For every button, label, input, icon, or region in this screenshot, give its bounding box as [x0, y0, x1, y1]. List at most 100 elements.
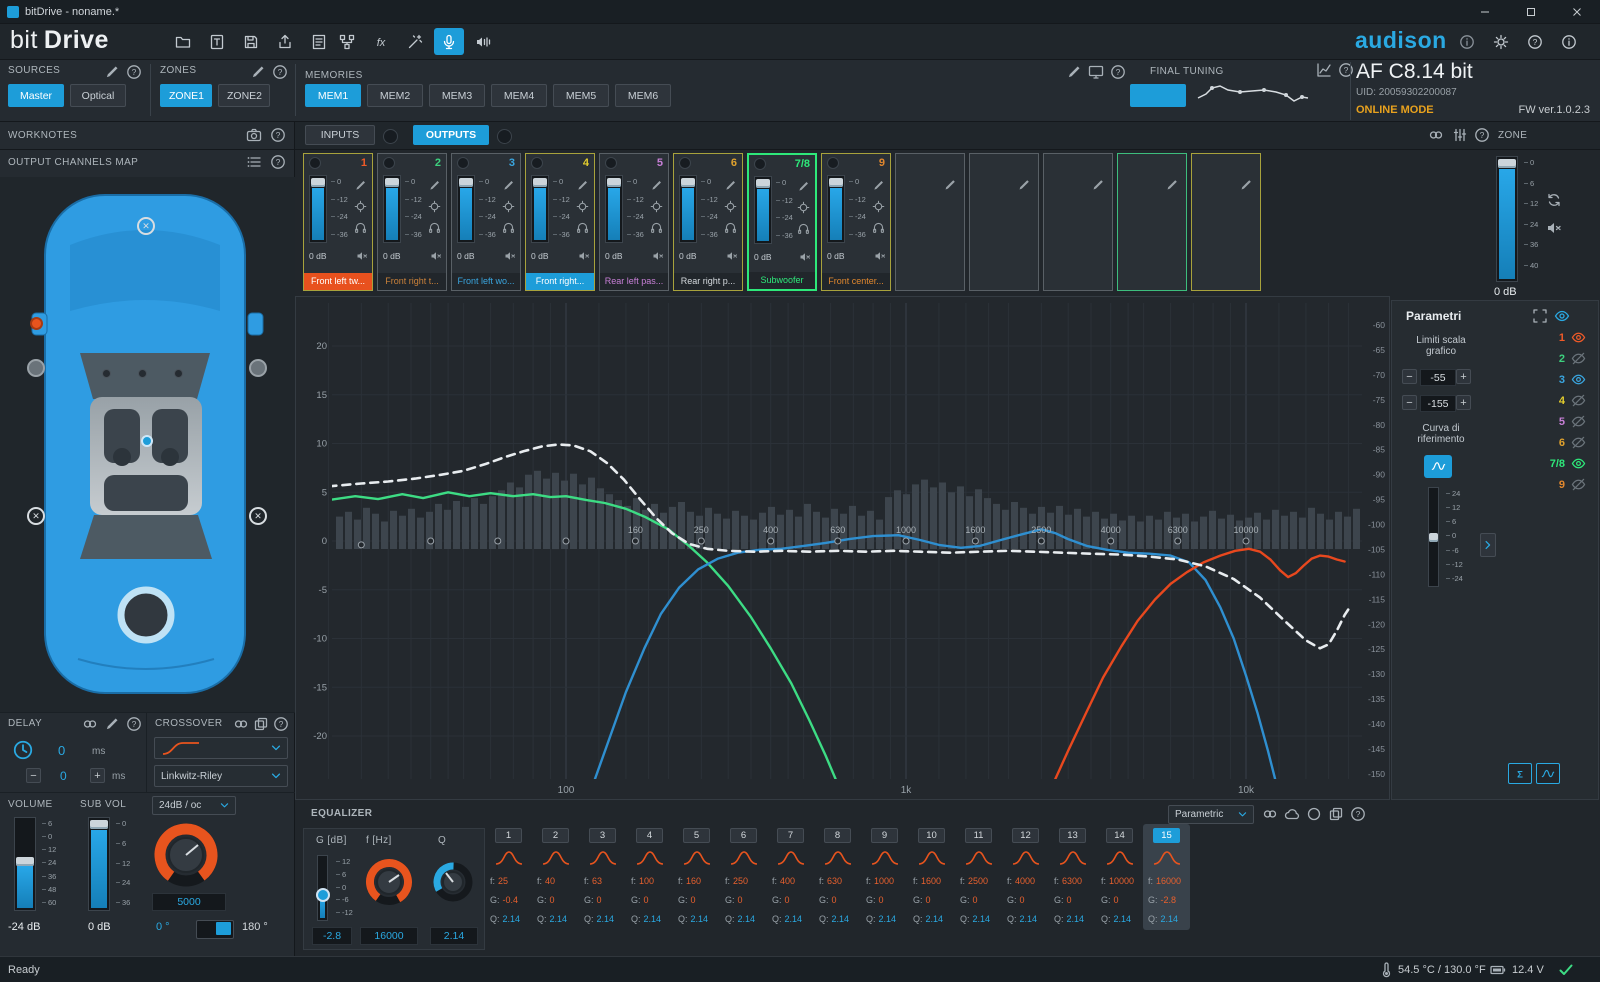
visibility-icon[interactable]	[1554, 308, 1570, 324]
channel-strip-3[interactable]: 3 0-12-24-36 0 dB Front left wo...	[451, 153, 521, 291]
about-icon[interactable]	[1554, 28, 1584, 55]
channel-mute-icon[interactable]	[726, 250, 738, 262]
eye-off-icon[interactable]	[1571, 477, 1586, 492]
crossover-frequency-knob[interactable]	[150, 819, 222, 891]
eye-icon[interactable]	[1571, 456, 1586, 471]
eq-preset-icon[interactable]	[1284, 806, 1300, 822]
channel-edit-icon[interactable]	[724, 179, 737, 192]
memory-button-mem4[interactable]: MEM4	[491, 84, 547, 107]
graph-channel-7-8[interactable]: 7/8	[1510, 453, 1586, 474]
channel-label[interactable]: Front center...	[822, 273, 890, 290]
eq-q-knob[interactable]	[430, 859, 476, 905]
eq-band-number[interactable]: 6	[730, 828, 757, 843]
microphone-icon[interactable]	[434, 28, 464, 55]
zone-fader[interactable]	[1496, 156, 1518, 282]
channel-label[interactable]: Subwoofer	[749, 272, 815, 289]
zone-loop-icon[interactable]	[1546, 192, 1562, 208]
channel-gain-fader[interactable]	[531, 175, 549, 243]
zone1-button[interactable]: ZONE1	[160, 84, 212, 107]
collapse-panel-button[interactable]	[1480, 533, 1496, 557]
final-tuning-help-icon[interactable]: ?	[1110, 64, 1126, 80]
channel-config-icon[interactable]	[724, 200, 737, 213]
wizard-icon[interactable]	[400, 28, 430, 55]
eq-mode-dropdown[interactable]: Parametric	[1168, 805, 1254, 824]
channel-edit-icon[interactable]	[1017, 178, 1031, 192]
crossover-frequency-value[interactable]: 5000	[152, 893, 226, 911]
eq-band-number[interactable]: 1	[495, 828, 522, 843]
reference-curve-button[interactable]	[1424, 455, 1452, 478]
limit-top-plus-button[interactable]: +	[1456, 369, 1471, 384]
eq-reset-icon[interactable]	[1306, 806, 1322, 822]
eq-band-number[interactable]: 11	[965, 828, 992, 843]
speaker-front-left-door[interactable]	[27, 359, 45, 377]
graph-channel-3[interactable]: 3	[1510, 369, 1586, 390]
edit-final-tuning-icon[interactable]	[1066, 64, 1082, 80]
eq-band-number[interactable]: 15	[1153, 828, 1180, 843]
channel-edit-icon[interactable]	[797, 180, 810, 193]
response-graph[interactable]: 1602504006301000160025004000630010000201…	[295, 296, 1390, 800]
zone-help-icon[interactable]: ?	[1474, 127, 1490, 143]
channel-select-led[interactable]	[531, 157, 543, 169]
channel-edit-icon[interactable]	[943, 178, 957, 192]
maximize-button[interactable]	[1508, 0, 1554, 23]
channel-strip-empty-3[interactable]	[1043, 153, 1113, 291]
channel-mute-icon[interactable]	[504, 250, 516, 262]
close-button[interactable]	[1554, 0, 1600, 23]
source-optical-button[interactable]: Optical	[70, 84, 126, 107]
eq-band-14[interactable]: 14 f:10000 G:0 Q:2.14	[1096, 824, 1143, 930]
save-icon[interactable]	[236, 28, 266, 55]
open-project-icon[interactable]	[168, 28, 198, 55]
channel-strip-empty-1[interactable]	[895, 153, 965, 291]
channel-select-led[interactable]	[457, 157, 469, 169]
eq-band-number[interactable]: 5	[683, 828, 710, 843]
source-master-button[interactable]: Master	[8, 84, 64, 107]
limit-bottom-minus-button[interactable]: −	[1402, 395, 1417, 410]
channel-label[interactable]: Front left wo...	[452, 273, 520, 290]
subvol-fader[interactable]	[88, 817, 110, 911]
memory-button-mem6[interactable]: MEM6	[615, 84, 671, 107]
channel-select-led[interactable]	[679, 157, 691, 169]
channel-listen-icon[interactable]	[354, 221, 367, 234]
channel-config-icon[interactable]	[576, 200, 589, 213]
reference-offset-slider[interactable]	[1428, 487, 1439, 587]
zones-help-icon[interactable]: ?	[272, 64, 288, 80]
channel-config-icon[interactable]	[502, 200, 515, 213]
eq-band-8[interactable]: 8 f:630 G:0 Q:2.14	[814, 824, 861, 930]
channel-listen-icon[interactable]	[576, 221, 589, 234]
eq-band-number[interactable]: 7	[777, 828, 804, 843]
phase-toggle[interactable]	[196, 920, 234, 939]
dash-speaker-center[interactable]	[138, 369, 147, 378]
channel-edit-icon[interactable]	[1239, 178, 1253, 192]
eq-band-6[interactable]: 6 f:250 G:0 Q:2.14	[720, 824, 767, 930]
eq-band-number[interactable]: 3	[589, 828, 616, 843]
channel-mute-icon[interactable]	[578, 250, 590, 262]
eye-off-icon[interactable]	[1571, 414, 1586, 429]
eq-band-5[interactable]: 5 f:160 G:0 Q:2.14	[673, 824, 720, 930]
zone2-button[interactable]: ZONE2	[218, 84, 270, 107]
eye-off-icon[interactable]	[1571, 393, 1586, 408]
delay-plus-button[interactable]: +	[90, 768, 105, 783]
eq-band-number[interactable]: 10	[918, 828, 945, 843]
export-icon[interactable]	[270, 28, 300, 55]
channel-gain-fader[interactable]	[605, 175, 623, 243]
channel-strip-1[interactable]: 1 0-12-24-36 0 dB Front left tw...	[303, 153, 373, 291]
channel-strip-empty-2[interactable]	[969, 153, 1039, 291]
help-icon[interactable]: ?	[1520, 28, 1550, 55]
sum-view-button[interactable]: Σ	[1508, 763, 1532, 784]
sources-help-icon[interactable]: ?	[126, 64, 142, 80]
channel-strip-4[interactable]: 4 0-12-24-36 0 dB Front right...	[525, 153, 595, 291]
channel-select-led[interactable]	[605, 157, 617, 169]
edit-zones-icon[interactable]	[250, 64, 266, 80]
channel-listen-icon[interactable]	[428, 221, 441, 234]
crossover-help-icon[interactable]: ?	[273, 716, 289, 732]
eq-band-9[interactable]: 9 f:1000 G:0 Q:2.14	[861, 824, 908, 930]
eq-band-1[interactable]: 1 f:25 G:-0.4 Q:2.14	[485, 824, 532, 930]
eq-band-10[interactable]: 10 f:1600 G:0 Q:2.14	[908, 824, 955, 930]
channel-mute-icon[interactable]	[652, 250, 664, 262]
eq-band-number[interactable]: 4	[636, 828, 663, 843]
speaker-front-center[interactable]: ✕	[137, 217, 155, 235]
channel-mute-icon[interactable]	[430, 250, 442, 262]
zone-mixer-icon[interactable]	[1452, 127, 1468, 143]
channel-strip-2[interactable]: 2 0-12-24-36 0 dB Front right t...	[377, 153, 447, 291]
channel-select-led[interactable]	[754, 158, 766, 170]
